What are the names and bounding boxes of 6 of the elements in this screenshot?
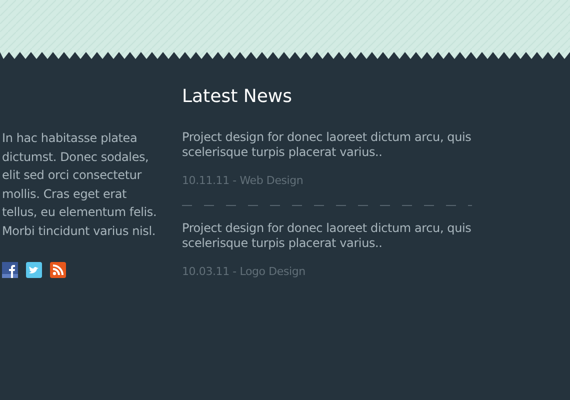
news-meta: 10.11.11 - Web Design [182,173,304,189]
about-text: In hac habitasse platea dictumst. Donec sodales, elit sed orci consectetur mollis. Cras eget erat tellus, eu elementum felis. Morbi tincidunt varius nisl. [2,130,158,240]
news-meta: 10.03.11 - Logo Design [182,264,306,280]
news-text: Project design for donec laoreet dictum arcu, quis scelerisque turpis placerat varius.. [182,130,472,160]
section-title: Latest News [182,85,293,109]
news-text: Project design for donec laoreet dictum arcu, quis scelerisque turpis placerat varius.. [182,220,472,250]
